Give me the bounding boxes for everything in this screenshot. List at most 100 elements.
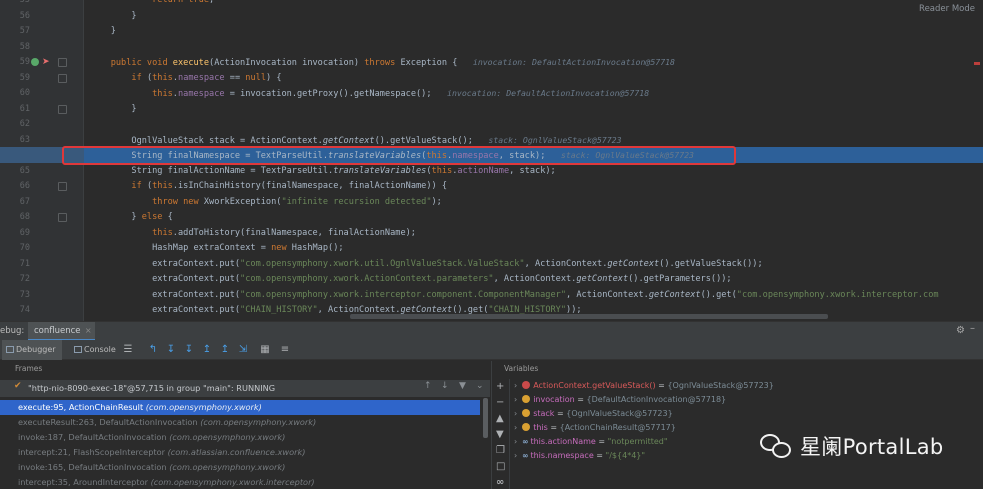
variables-panel: Variables + − ▲ ▼ ❐ □ ∞ › ActionContext.g… <box>491 361 983 489</box>
variable-name: stack <box>533 409 555 418</box>
code-line[interactable]: if (this.isInChainHistory(finalNamespace… <box>0 179 983 195</box>
session-tab-confluence[interactable]: confluence × <box>28 322 95 341</box>
tab-console[interactable]: Console <box>70 340 116 360</box>
arrow-down-icon[interactable]: ↓ <box>441 381 449 391</box>
code-line[interactable] <box>0 117 983 133</box>
code-line[interactable]: return true; <box>0 0 983 9</box>
code-line[interactable]: if (this.namespace == null) { <box>0 71 983 87</box>
variable-row[interactable]: › stack = {OgnlValueStack@57723} <box>514 407 673 421</box>
code-token: XworkException( <box>203 196 282 207</box>
code-token: ) { <box>266 72 282 83</box>
error-stripe-marker[interactable] <box>974 62 980 65</box>
add-watch-icon[interactable]: + <box>496 381 504 392</box>
code-line[interactable]: extraContext.put("com.opensymphony.xwork… <box>0 257 983 273</box>
variable-value: {OgnlValueStack@57723} <box>566 409 673 418</box>
tab-debugger[interactable]: Debugger <box>2 340 62 360</box>
horizontal-scrollbar[interactable] <box>350 314 828 319</box>
frame-item[interactable]: executeResult:263, DefaultActionInvocati… <box>10 415 490 430</box>
frame-item[interactable]: intercept:35, AroundInterceptor (com.ope… <box>10 475 490 489</box>
code-token: , ActionContext. <box>493 274 577 284</box>
close-icon[interactable]: × <box>85 322 92 340</box>
breakpoint-icon[interactable] <box>31 58 39 66</box>
code-token: this <box>152 227 173 238</box>
variable-row[interactable]: › invocation = {DefaultActionInvocation@5… <box>514 393 726 407</box>
code-token: extraContext.put( <box>90 305 241 315</box>
frame-method: intercept:21, FlashScopeInterceptor <box>18 447 165 457</box>
variable-name: invocation <box>533 395 575 404</box>
restore-icon[interactable]: □ <box>496 461 505 472</box>
chevron-right-icon[interactable]: › <box>514 451 517 460</box>
code-token: HashMap(); <box>291 243 344 253</box>
code-line[interactable]: throw new XworkException("infinite recur… <box>0 195 983 211</box>
chevron-right-icon[interactable]: › <box>514 423 517 432</box>
frame-item[interactable]: intercept:21, FlashScopeInterceptor (com… <box>10 445 490 460</box>
gear-icon[interactable]: ⚙ <box>956 325 965 336</box>
variable-equals: = <box>595 437 608 446</box>
variables-title: Variables <box>504 364 539 373</box>
inline-debug-value: stack: OgnlValueStack@57723 <box>488 134 622 145</box>
code-line[interactable]: } <box>0 24 983 40</box>
code-token: .addToHistory(finalNamespace, finalActio… <box>172 227 416 238</box>
frame-package: (com.opensymphony.xwork) <box>200 417 317 427</box>
move-down-icon[interactable]: ▼ <box>496 429 504 440</box>
menu-icon[interactable]: ☰ <box>121 343 135 357</box>
minimize-icon[interactable]: – <box>970 323 975 334</box>
code-token: } <box>90 212 142 222</box>
code-token: this <box>152 89 173 99</box>
variable-row[interactable]: › ActionContext.getValueStack() = {OgnlVa… <box>514 379 774 393</box>
glasses-icon[interactable]: ∞ <box>496 477 504 488</box>
evaluate-expression-icon[interactable]: ⇲ <box>236 343 250 357</box>
code-line[interactable]: String finalActionName = TextParseUtil.t… <box>0 164 983 180</box>
code-editor[interactable]: 5556575859596061626364656667686970717273… <box>0 0 983 321</box>
calculator-icon[interactable]: ▦ <box>258 343 272 357</box>
reader-mode-toggle[interactable]: Reader Mode <box>919 4 975 14</box>
thread-selector[interactable]: ✔ "http-nio-8090-exec-18"@57,715 in grou… <box>0 380 490 397</box>
step-out-icon[interactable]: ↥ <box>200 343 214 357</box>
code-token: getContext <box>648 289 701 300</box>
code-line[interactable]: this.namespace = invocation.getProxy().g… <box>0 86 983 102</box>
chevron-right-icon[interactable]: › <box>514 437 517 446</box>
chevron-down-icon[interactable]: ⌄ <box>476 381 484 391</box>
layout-icon[interactable]: ≡ <box>278 343 292 357</box>
code-line[interactable] <box>0 40 983 56</box>
chevron-right-icon[interactable]: › <box>514 409 517 418</box>
step-over-icon[interactable]: ↧ <box>164 343 178 357</box>
code-line[interactable]: } else { <box>0 210 983 226</box>
frame-method: intercept:35, AroundInterceptor <box>18 477 148 487</box>
variable-row[interactable]: › this = {ActionChainResult@57717} <box>514 421 676 435</box>
frame-item[interactable]: execute:95, ActionChainResult (com.opens… <box>0 400 480 415</box>
code-line[interactable]: extraContext.put("com.opensymphony.xwork… <box>0 288 983 304</box>
variable-row[interactable]: › ∞ this.namespace = "/${4*4}" <box>514 449 645 463</box>
variable-value: {OgnlValueStack@57723} <box>667 381 774 390</box>
code-line[interactable]: public void execute(ActionInvocation inv… <box>0 55 983 71</box>
frame-item[interactable]: invoke:187, DefaultActionInvocation (com… <box>10 430 490 445</box>
run-to-cursor-icon[interactable]: ↥ <box>218 343 232 357</box>
step-into-icon[interactable]: ↧ <box>182 343 196 357</box>
code-line[interactable]: extraContext.put("com.opensymphony.xwork… <box>0 272 983 288</box>
chevron-right-icon[interactable]: › <box>514 395 517 404</box>
duplicate-icon[interactable]: ❐ <box>496 445 505 456</box>
watch-icon <box>522 381 531 389</box>
variable-row[interactable]: › ∞ this.actionName = "notpermitted" <box>514 435 668 449</box>
console-icon <box>74 346 82 353</box>
frame-package: (com.opensymphony.xwork) <box>145 402 262 412</box>
code-line[interactable]: this.addToHistory(finalNamespace, finalA… <box>0 226 983 242</box>
code-line[interactable]: } <box>0 9 983 25</box>
remove-icon[interactable]: − <box>496 397 504 408</box>
code-line[interactable]: HashMap extraContext = new HashMap(); <box>0 241 983 257</box>
show-execution-point-icon[interactable]: ↰ <box>146 343 160 357</box>
variable-name: this.namespace <box>530 451 594 460</box>
code-token: if <box>131 181 147 191</box>
code-line[interactable]: } <box>0 102 983 118</box>
debugger-icon <box>6 346 14 353</box>
frames-scrollbar[interactable] <box>483 398 488 438</box>
arrow-up-icon[interactable]: ↑ <box>424 381 432 391</box>
move-up-icon[interactable]: ▲ <box>496 413 504 424</box>
filter-icon[interactable]: ▼ <box>459 381 466 391</box>
chevron-right-icon[interactable]: › <box>514 381 517 390</box>
frame-item[interactable]: invoke:165, DefaultActionInvocation (com… <box>10 460 490 475</box>
